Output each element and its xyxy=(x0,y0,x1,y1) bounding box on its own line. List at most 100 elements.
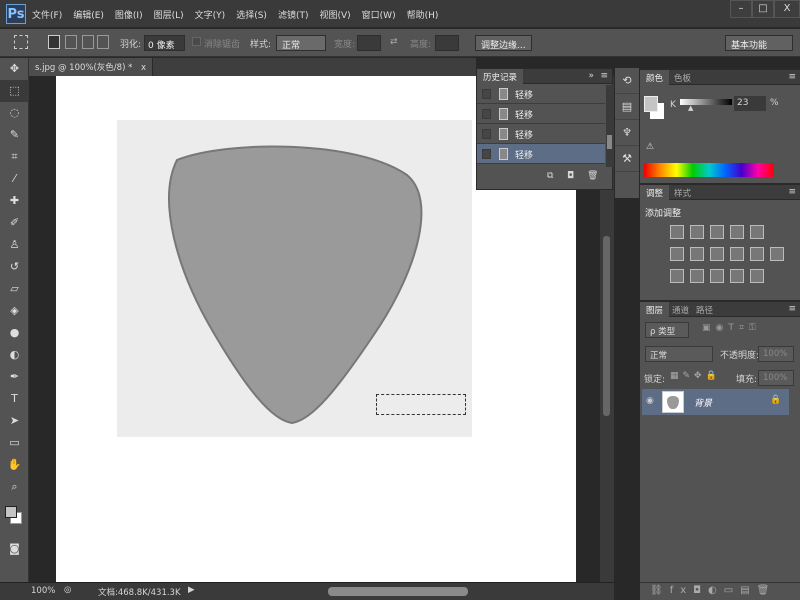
quick-mask-icon[interactable]: ◙ xyxy=(0,538,29,560)
layer-filter-select[interactable]: ρ 类型 xyxy=(645,322,689,338)
gradient-map-icon[interactable] xyxy=(750,269,764,283)
opacity-input[interactable]: 100% xyxy=(758,346,794,362)
channel-mixer-icon[interactable] xyxy=(750,247,764,261)
history-snapshot-checkbox[interactable] xyxy=(482,129,491,139)
dodge-tool-icon[interactable]: ◐ xyxy=(0,344,29,366)
history-brush-tool-icon[interactable]: ↺ xyxy=(0,256,29,278)
history-snapshot-checkbox[interactable] xyxy=(482,109,491,119)
color-spectrum[interactable] xyxy=(644,163,774,177)
tab-color[interactable]: 颜色 xyxy=(640,70,670,85)
panel-menu-icon[interactable]: ≡ xyxy=(788,187,796,197)
style-select[interactable]: 正常 xyxy=(276,35,326,51)
lock-options-icons[interactable]: ▦✎✥🔒 xyxy=(670,371,721,381)
close-button[interactable]: X xyxy=(774,0,800,18)
menu-edit[interactable]: 编辑(E) xyxy=(73,8,104,21)
tab-styles[interactable]: 样式 xyxy=(668,185,697,200)
history-scrollbar[interactable] xyxy=(606,85,613,167)
k-slider-handle-icon[interactable]: ▲ xyxy=(688,104,693,112)
status-menu-arrow-icon[interactable]: ▶ xyxy=(188,585,195,595)
horizontal-scroll-thumb[interactable] xyxy=(328,587,468,596)
shape-tool-icon[interactable]: ▭ xyxy=(0,432,29,454)
refine-edge-button[interactable]: 调整边缘... xyxy=(475,35,532,51)
paint-bucket-tool-icon[interactable]: ◈ xyxy=(0,300,29,322)
menu-filter[interactable]: 滤镜(T) xyxy=(278,8,309,21)
vibrance-icon[interactable] xyxy=(750,225,764,239)
height-input[interactable] xyxy=(435,35,459,51)
panel-menu-icon[interactable]: ≡ xyxy=(788,304,796,314)
menu-window[interactable]: 窗口(W) xyxy=(362,8,396,21)
menu-type[interactable]: 文字(Y) xyxy=(195,8,226,21)
fill-input[interactable]: 100% xyxy=(758,370,794,386)
color-balance-icon[interactable] xyxy=(690,247,704,261)
snapshot-camera-icon[interactable]: ◘ xyxy=(567,171,574,181)
history-snapshot-checkbox[interactable] xyxy=(482,89,491,99)
type-tool-icon[interactable]: T xyxy=(0,388,29,410)
tab-history[interactable]: 历史记录 xyxy=(477,69,524,84)
threshold-icon[interactable] xyxy=(710,269,724,283)
clone-stamp-tool-icon[interactable]: ♙ xyxy=(0,234,29,256)
healing-brush-tool-icon[interactable]: ✚ xyxy=(0,190,29,212)
hue-saturation-icon[interactable] xyxy=(670,247,684,261)
layer-row-background[interactable]: ◉ 背景 🔒 xyxy=(642,389,789,415)
color-swatches[interactable] xyxy=(0,498,29,538)
new-document-from-state-icon[interactable]: ⧉ xyxy=(547,171,553,181)
history-snapshot-checkbox[interactable] xyxy=(482,149,491,159)
vertical-scroll-thumb[interactable] xyxy=(603,236,610,416)
panel-menu-icon[interactable]: ≡ xyxy=(788,72,796,82)
eyedropper-tool-icon[interactable]: ⁄ xyxy=(0,168,29,190)
blur-tool-icon[interactable]: ● xyxy=(0,322,29,344)
history-item-selected[interactable]: 轻移 xyxy=(477,144,605,164)
menu-help[interactable]: 帮助(H) xyxy=(407,8,439,21)
menu-view[interactable]: 视图(V) xyxy=(319,8,350,21)
menu-file[interactable]: 文件(F) xyxy=(32,8,62,21)
zoom-level[interactable]: 100% xyxy=(31,586,55,596)
history-item[interactable]: 轻移 xyxy=(477,104,605,124)
posterize-icon[interactable] xyxy=(690,269,704,283)
marquee-tool-icon[interactable]: ⬚ xyxy=(0,80,29,102)
history-item[interactable]: 轻移 xyxy=(477,84,605,104)
lasso-tool-icon[interactable]: ◌ xyxy=(0,102,29,124)
intersect-selection-icon[interactable] xyxy=(97,35,109,49)
layer-filter-icons[interactable]: ▣◉T⌗⚿ xyxy=(702,323,761,333)
menu-select[interactable]: 选择(S) xyxy=(236,8,267,21)
brightness-contrast-icon[interactable] xyxy=(670,225,684,239)
menu-layer[interactable]: 图层(L) xyxy=(154,8,184,21)
exposure-icon[interactable] xyxy=(730,225,744,239)
brush-preset-icon[interactable]: ♆ xyxy=(615,120,639,146)
selective-color-icon[interactable] xyxy=(730,269,744,283)
curves-icon[interactable] xyxy=(710,225,724,239)
feather-input[interactable]: 0 像素 xyxy=(144,35,185,51)
k-value-input[interactable]: 23 xyxy=(734,96,766,111)
levels-icon[interactable] xyxy=(690,225,704,239)
marquee-tool-preset-icon[interactable] xyxy=(14,35,28,49)
blend-mode-select[interactable]: 正常 xyxy=(645,346,713,362)
hand-tool-icon[interactable]: ✋ xyxy=(0,454,29,476)
close-tab-icon[interactable]: x xyxy=(141,63,146,73)
visibility-eye-icon[interactable]: ◉ xyxy=(646,396,654,406)
panel-menu-icon[interactable]: ≡ xyxy=(600,71,608,81)
subtract-selection-icon[interactable] xyxy=(82,35,94,49)
layer-name[interactable]: 背景 xyxy=(694,396,712,409)
tab-paths[interactable]: 路径 xyxy=(690,302,719,317)
black-white-icon[interactable] xyxy=(710,247,724,261)
pen-tool-icon[interactable]: ✒ xyxy=(0,366,29,388)
tool-presets-icon[interactable]: ⚒ xyxy=(615,146,639,172)
history-scroll-thumb[interactable] xyxy=(607,135,612,149)
maximize-button[interactable]: □ xyxy=(752,0,774,18)
eraser-tool-icon[interactable]: ▱ xyxy=(0,278,29,300)
swap-icon[interactable]: ⇄ xyxy=(390,37,398,47)
history-panel-icon[interactable]: ⟲ xyxy=(615,68,639,94)
properties-panel-icon[interactable]: ▤ xyxy=(615,94,639,120)
move-tool-icon[interactable]: ✥ xyxy=(0,58,29,80)
invert-icon[interactable] xyxy=(670,269,684,283)
brush-tool-icon[interactable]: ✐ xyxy=(0,212,29,234)
delete-trash-icon[interactable]: 🗑 xyxy=(587,171,598,181)
tab-adjustments[interactable]: 调整 xyxy=(640,185,670,200)
document-tab[interactable]: s.jpg @ 100%(灰色/8) * x xyxy=(29,58,154,76)
path-select-tool-icon[interactable]: ➤ xyxy=(0,410,29,432)
photo-filter-icon[interactable] xyxy=(730,247,744,261)
color-lookup-icon[interactable] xyxy=(770,247,784,261)
tab-layers[interactable]: 图层 xyxy=(640,302,670,317)
minimize-button[interactable]: – xyxy=(730,0,752,18)
foreground-color-swatch[interactable] xyxy=(644,96,658,112)
